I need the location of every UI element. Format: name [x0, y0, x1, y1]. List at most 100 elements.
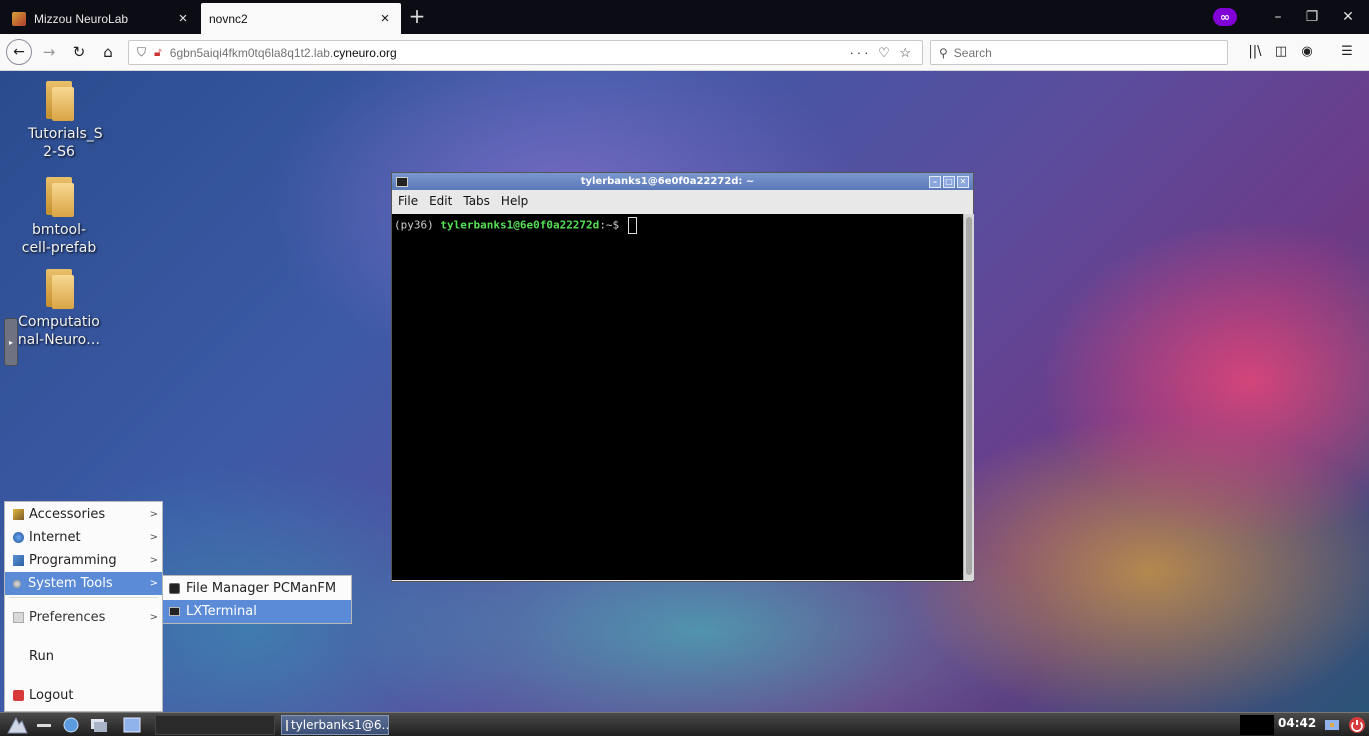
menu-file[interactable]: File [398, 194, 418, 208]
url-host: cyneuro.org [333, 45, 397, 60]
prompt-env: (py36) [394, 218, 441, 232]
menu-item-label: Run [29, 649, 54, 664]
clock: 04:42 [1278, 716, 1317, 730]
chevron-right-icon: > [149, 612, 158, 623]
vnc-desktop[interactable]: Tutorials_S 2-S6 bmtool- cell-prefab Com… [0, 71, 1369, 712]
tab-close-icon[interactable]: × [377, 10, 393, 27]
forward-button[interactable]: → [36, 39, 62, 65]
folder-icon [42, 79, 76, 121]
globe-icon [13, 532, 24, 543]
desktop-icon-label: bmtool- cell-prefab [21, 222, 97, 256]
terminal-scrollbar[interactable] [963, 214, 974, 580]
search-icon: ⚲ [939, 45, 948, 60]
folder-icon [42, 267, 76, 309]
new-tab-button[interactable]: + [404, 4, 430, 30]
menu-item-label: Preferences [29, 610, 106, 625]
menu-item-label: Logout [29, 688, 74, 703]
sidebar-icon[interactable]: ◫ [1270, 41, 1292, 63]
menu-item-label: Internet [29, 530, 81, 545]
desktop-folder-computational[interactable]: Computatio nal-Neuro… [4, 267, 114, 349]
file-manager-launcher-icon[interactable] [88, 715, 110, 735]
shield-icon[interactable]: ⛉ [137, 45, 146, 60]
task-label: tylerbanks1@6… [291, 718, 389, 732]
tab-title: novnc2 [209, 11, 248, 26]
terminal-cursor [627, 217, 637, 234]
account-icon[interactable]: ◉ [1296, 41, 1318, 63]
library-icon[interactable]: ||\ [1244, 41, 1266, 63]
url-prefix: 6gbn5aiqi4fkm0tq6la8q1t2.lab. [169, 45, 334, 60]
terminal-icon [396, 176, 408, 187]
menu-item-accessories[interactable]: Accessories > [5, 503, 162, 526]
start-menu-button[interactable] [6, 715, 28, 735]
back-button[interactable]: ← [6, 39, 32, 65]
desktop-pager-icon[interactable] [121, 715, 143, 735]
page-actions-icon[interactable]: ··· ♡ ☆ [849, 45, 914, 61]
terminal-maximize-button[interactable]: □ [943, 175, 955, 188]
terminal-window[interactable]: tylerbanks1@6e0f0a22272d: ~ – □ ✕ File E… [391, 172, 974, 582]
power-icon[interactable] [1347, 715, 1367, 735]
tab-close-icon[interactable]: × [175, 10, 191, 27]
menu-item-logout[interactable]: Logout [5, 679, 162, 712]
menu-item-label: System Tools [28, 576, 113, 591]
private-browsing-icon: ∞ [1213, 8, 1237, 26]
menu-tabs[interactable]: Tabs [463, 194, 490, 208]
terminal-titlebar[interactable]: tylerbanks1@6e0f0a22272d: ~ – □ ✕ [392, 173, 973, 190]
terminal-close-button[interactable]: ✕ [957, 175, 969, 188]
menu-help[interactable]: Help [501, 194, 528, 208]
taskbar-task-terminal[interactable]: tylerbanks1@6… [281, 715, 389, 735]
prompt-user: tylerbanks1@6e0f0a22272d [440, 218, 600, 232]
tab-novnc2[interactable]: novnc2 × [201, 3, 401, 34]
menu-edit[interactable]: Edit [429, 194, 452, 208]
submenu-item-label: File Manager PCManFM [186, 581, 337, 596]
menu-item-programming[interactable]: Programming > [5, 549, 162, 572]
menu-item-system-tools[interactable]: System Tools > [5, 572, 162, 595]
navigation-bar: ← → ↻ ⌂ ⛉ 🔓︎ 6gbn5aiqi4fkm0tq6la8q1t2.la… [0, 34, 1369, 71]
workspace-switcher[interactable] [155, 715, 275, 735]
terminal-minimize-button[interactable]: – [929, 175, 941, 188]
menu-item-run[interactable]: Run [5, 640, 162, 673]
minimize-button[interactable]: – [1266, 6, 1290, 28]
accessories-icon [13, 509, 24, 520]
desktop-folder-tutorials[interactable]: Tutorials_S 2-S6 [4, 79, 114, 161]
menu-icon[interactable]: ☰ [1336, 41, 1358, 63]
submenu-item-lxterminal[interactable]: LXTerminal [163, 600, 351, 623]
terminal-icon [286, 719, 288, 731]
search-placeholder: Search [953, 45, 992, 60]
terminal-icon [169, 607, 180, 616]
novnc-control-handle[interactable]: ▸ [4, 318, 18, 366]
menu-item-label: Accessories [29, 507, 106, 522]
restore-button[interactable]: ❐ [1300, 6, 1324, 28]
scrollbar-thumb[interactable] [966, 217, 972, 575]
search-input[interactable]: ⚲ Search [930, 40, 1228, 65]
tab-title: Mizzou NeuroLab [34, 11, 129, 26]
screen-lock-icon[interactable] [1322, 715, 1342, 735]
terminal-menubar: File Edit Tabs Help [392, 190, 973, 212]
close-window-button[interactable]: ✕ [1336, 6, 1360, 28]
menu-item-label: Programming [29, 553, 117, 568]
prompt-symbols: :~$ [599, 218, 626, 232]
desktop-folder-bmtool[interactable]: bmtool- cell-prefab [4, 175, 114, 257]
reload-button[interactable]: ↻ [66, 39, 92, 65]
chevron-right-icon: > [149, 555, 158, 566]
home-button[interactable]: ⌂ [95, 39, 121, 65]
terminal-title: tylerbanks1@6e0f0a22272d: ~ [580, 176, 755, 187]
chevron-right-icon: > [149, 509, 158, 520]
menu-item-preferences[interactable]: Preferences > [5, 601, 162, 634]
show-desktop-icon[interactable] [34, 715, 54, 735]
system-tools-submenu: File Manager PCManFM LXTerminal [162, 575, 352, 624]
chevron-right-icon: > [149, 578, 158, 589]
terminal-screen[interactable]: (py36) tylerbanks1@6e0f0a22272d:~$ [392, 214, 963, 580]
desktop-icon-label: Computatio nal-Neuro… [17, 314, 101, 348]
insecure-lock-icon[interactable]: 🔓︎ [154, 45, 162, 60]
tab-mizzou-neurolab[interactable]: Mizzou NeuroLab × [4, 3, 199, 34]
cpu-monitor [1240, 715, 1274, 735]
start-menu: Accessories > Internet > Programming > S… [4, 501, 163, 712]
browser-tab-bar: Mizzou NeuroLab × novnc2 × + ∞ – ❐ ✕ [0, 0, 1369, 34]
submenu-item-label: LXTerminal [186, 604, 257, 619]
menu-item-internet[interactable]: Internet > [5, 526, 162, 549]
browser-launcher-icon[interactable] [60, 715, 82, 735]
url-bar[interactable]: ⛉ 🔓︎ 6gbn5aiqi4fkm0tq6la8q1t2.lab. cyneur… [128, 40, 923, 65]
logout-icon [13, 690, 24, 701]
folder-icon [42, 175, 76, 217]
submenu-item-file-manager[interactable]: File Manager PCManFM [163, 577, 351, 600]
